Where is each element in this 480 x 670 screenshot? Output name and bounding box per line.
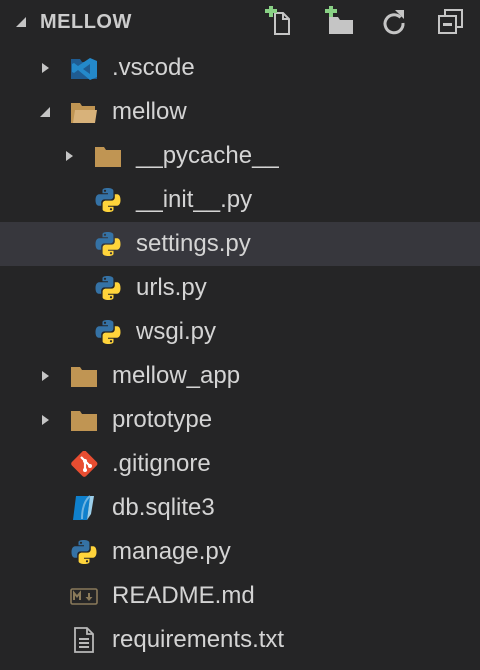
tree-item-mellow[interactable]: mellow (0, 90, 480, 134)
collapse-section-icon[interactable] (14, 15, 28, 29)
tree-item-label: wsgi.py (136, 318, 217, 345)
tree-item-label: .gitignore (112, 450, 211, 477)
folder-icon (70, 363, 98, 389)
explorer-header[interactable]: MELLOW (0, 0, 480, 44)
tree-item-manage-py[interactable]: manage.py (0, 530, 480, 574)
tree-item-requirements-txt[interactable]: requirements.txt (0, 618, 480, 662)
chevron-right-icon[interactable] (62, 149, 76, 163)
new-file-button[interactable] (264, 6, 296, 38)
new-folder-button[interactable] (324, 6, 356, 38)
folder-icon (70, 407, 98, 433)
tree-item-pycache[interactable]: __pycache__ (0, 134, 480, 178)
tree-item-label: manage.py (112, 538, 231, 565)
new-file-icon (264, 6, 296, 38)
tree-item-gitignore[interactable]: .gitignore (0, 442, 480, 486)
explorer-title: MELLOW (40, 11, 132, 33)
tree-item-label: settings.py (136, 230, 251, 257)
markdown-icon (70, 583, 98, 609)
python-icon (94, 319, 122, 345)
tree-item-label: requirements.txt (112, 626, 285, 653)
tree-item-label: __pycache__ (136, 142, 279, 169)
collapse-all-button[interactable] (434, 6, 466, 38)
git-icon (70, 451, 98, 477)
python-icon (94, 231, 122, 257)
python-icon (94, 187, 122, 213)
tree-item-mellow-app[interactable]: mellow_app (0, 354, 480, 398)
text-file-icon (70, 627, 98, 653)
tree-item-vscode[interactable]: .vscode (0, 46, 480, 90)
collapse-all-icon (434, 6, 466, 38)
tree-item-wsgi-py[interactable]: wsgi.py (0, 310, 480, 354)
tree-item-label: .vscode (112, 54, 195, 81)
tree-item-label: mellow (112, 98, 187, 125)
tree-item-label: README.md (112, 582, 255, 609)
chevron-right-icon[interactable] (38, 61, 52, 75)
refresh-button[interactable] (378, 6, 410, 38)
tree-item-label: prototype (112, 406, 213, 433)
tree-item-urls-py[interactable]: urls.py (0, 266, 480, 310)
database-icon (70, 495, 98, 521)
chevron-right-icon[interactable] (38, 369, 52, 383)
tree-item-settings-py[interactable]: settings.py (0, 222, 480, 266)
folder-open-icon (70, 99, 98, 125)
folder-icon (94, 143, 122, 169)
chevron-right-icon[interactable] (38, 413, 52, 427)
new-folder-icon (324, 6, 356, 38)
tree-item-init-py[interactable]: __init__.py (0, 178, 480, 222)
tree-item-readme-md[interactable]: README.md (0, 574, 480, 618)
tree-item-label: __init__.py (136, 186, 253, 213)
chevron-down-icon[interactable] (38, 105, 52, 119)
python-icon (94, 275, 122, 301)
tree-item-db-sqlite3[interactable]: db.sqlite3 (0, 486, 480, 530)
python-icon (70, 539, 98, 565)
tree-item-label: urls.py (136, 274, 207, 301)
tree-item-prototype[interactable]: prototype (0, 398, 480, 442)
vscode-folder-icon (70, 55, 98, 81)
tree-item-label: mellow_app (112, 362, 241, 389)
refresh-icon (378, 6, 410, 38)
tree-item-label: db.sqlite3 (112, 494, 215, 521)
file-tree: .vscode mellow __pycache__ __init__.py s… (0, 46, 480, 662)
